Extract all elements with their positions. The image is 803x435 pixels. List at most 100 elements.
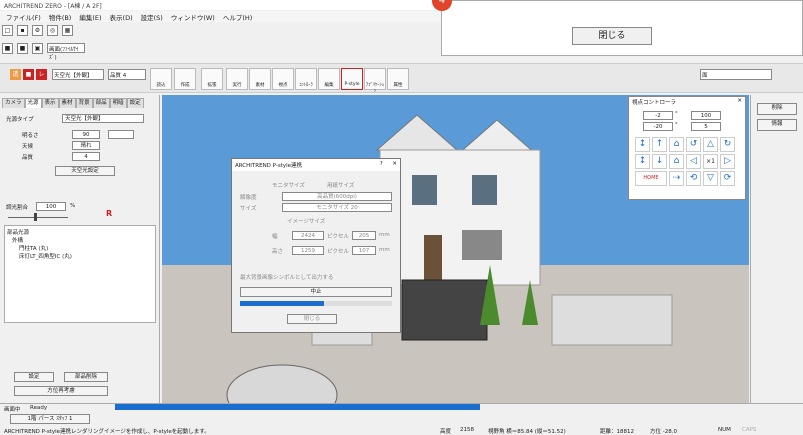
layer-icon[interactable]: ■ <box>2 42 13 54</box>
vc-buttons: ↕ ↑ ⌂ ↺ △ ↻ ↕ ↓ ⌂ ◁ ×1 ▷ HOME ⇢ ⟲ ▽ ⟳ <box>635 137 735 186</box>
tree-item-gatepost[interactable]: 門柱TA (丸) <box>7 244 153 252</box>
close-icon[interactable]: ✕ <box>392 161 397 167</box>
execute-button[interactable]: 実行 <box>226 68 248 90</box>
tilt-up-icon[interactable]: △ <box>703 137 718 152</box>
house-icon[interactable]: ⌂ <box>669 137 684 152</box>
render-mode3-icon[interactable]: レ <box>36 69 47 80</box>
extend-button[interactable]: 拡張 <box>201 68 223 90</box>
right-select[interactable]: 面 <box>700 69 772 80</box>
angle2-input[interactable]: -20 <box>643 122 673 131</box>
view-tab[interactable]: 1階 パース ｽﾀｯﾌ 1 <box>10 414 90 424</box>
display-icon[interactable]: ▣ <box>32 42 43 54</box>
recalc-direction-button[interactable]: 方位再考慮 <box>14 386 108 396</box>
notification-close-button[interactable]: 閉じる <box>572 27 652 45</box>
height-mm[interactable]: 107 <box>352 246 376 255</box>
tab-camera[interactable]: カメラ <box>2 98 25 108</box>
fov-input[interactable]: 100 <box>691 111 721 120</box>
res-select[interactable]: 高品質(600dpi) <box>282 192 392 201</box>
move-up-icon[interactable]: ↕ <box>635 137 650 152</box>
save-icon[interactable]: ▪ <box>17 24 28 36</box>
edit-button[interactable]: 編集 <box>318 68 340 90</box>
step-input[interactable]: 5 <box>691 122 721 131</box>
grid-icon[interactable]: ▦ <box>62 24 73 36</box>
angle1-input[interactable]: -2 <box>643 111 673 120</box>
viewpoint-button[interactable]: 視点 <box>272 68 294 90</box>
radio-monitor[interactable]: モニタサイズ <box>272 181 305 189</box>
height-px[interactable]: 1259 <box>292 246 324 255</box>
weather-input[interactable]: 晴れ <box>72 141 100 150</box>
tab-settings[interactable]: 設定 <box>126 98 144 108</box>
stop-button[interactable]: 中止 <box>240 287 392 297</box>
menu-file[interactable]: ファイル(F) <box>6 12 41 22</box>
create-button[interactable]: 作成 <box>174 68 196 90</box>
tab-background[interactable]: 背景 <box>75 98 93 108</box>
house2-icon[interactable]: ⌂ <box>669 154 684 169</box>
rotate-left-icon[interactable]: ↺ <box>686 137 701 152</box>
sky-settings-button[interactable]: 天空光設定 <box>55 166 115 176</box>
orbit-icon[interactable]: ⟲ <box>686 171 701 186</box>
size-select[interactable]: モニタサイズ 20 <box>282 203 392 212</box>
move-forward-icon[interactable]: ↑ <box>652 137 667 152</box>
menu-settings[interactable]: 設定(S) <box>141 12 163 22</box>
dim-slider-thumb[interactable] <box>34 213 37 221</box>
vc-close-icon[interactable]: ✕ <box>737 98 742 106</box>
width-mm[interactable]: 205 <box>352 231 376 240</box>
pan-left-icon[interactable]: ◁ <box>686 154 701 169</box>
tree-item-root[interactable]: 部品光源 <box>7 228 153 236</box>
delete-parts-button[interactable]: 部品削除 <box>64 372 108 382</box>
move-down-icon[interactable]: ↕ <box>635 154 650 169</box>
material-button[interactable]: 素材 <box>249 68 271 90</box>
color-swatch[interactable] <box>108 130 134 139</box>
pan-right-icon[interactable]: ▷ <box>720 154 735 169</box>
quality-input[interactable]: 4 <box>72 152 100 161</box>
brightness-input[interactable]: 90 <box>72 130 100 139</box>
radio-paper[interactable]: 用紙サイズ <box>327 181 354 189</box>
gear-icon[interactable]: ⚙ <box>32 24 43 36</box>
light-type-select[interactable]: 天空光【外観】 <box>62 114 144 123</box>
menu-view[interactable]: 表示(D) <box>110 12 133 22</box>
attribute-button[interactable]: 属性 <box>387 68 409 90</box>
zoom-icon[interactable]: ◎ <box>47 24 58 36</box>
tab-material[interactable]: 素材 <box>58 98 76 108</box>
tab-parts[interactable]: 部品 <box>92 98 110 108</box>
dim-slider-track[interactable] <box>8 217 68 218</box>
menu-window[interactable]: ウィンドウ(W) <box>171 12 215 22</box>
move-back-icon[interactable]: ↓ <box>652 154 667 169</box>
home-button[interactable]: HOME <box>635 171 667 186</box>
rotate-right-icon[interactable]: ↻ <box>720 137 735 152</box>
layer2-icon[interactable]: ■ <box>17 42 28 54</box>
render-mode-icon[interactable]: 透 <box>10 69 21 80</box>
dim-ratio-input[interactable]: 100 <box>36 202 66 211</box>
new-icon[interactable]: □ <box>2 24 13 36</box>
settings-button[interactable]: 設定 <box>14 372 54 382</box>
dialog-close-button[interactable]: 閉じる <box>287 314 337 324</box>
render-mode2-icon[interactable]: ■ <box>23 69 34 80</box>
application-button[interactable]: ｱﾌﾟﾘｹｰｼｮﾝ <box>364 68 386 94</box>
controller-button[interactable]: ｺﾝﾄﾛｰﾗ <box>295 68 317 90</box>
tree-item-exterior[interactable]: 外構 <box>7 236 153 244</box>
orbit2-icon[interactable]: ⟳ <box>720 171 735 186</box>
tab-light[interactable]: 光源 <box>24 98 42 108</box>
pstyle-button[interactable]: P-style <box>341 68 363 90</box>
walk-icon[interactable]: ⇢ <box>669 171 684 186</box>
render-progress-fill <box>240 301 324 306</box>
tab-display[interactable]: 表示 <box>41 98 59 108</box>
delete-button[interactable]: 削除 <box>757 103 797 115</box>
help-icon[interactable]: ? <box>380 161 383 167</box>
tree-item-floor-light[interactable]: 床灯LT_四角型IC (丸) <box>7 252 153 260</box>
tab-brightness[interactable]: 明暗 <box>109 98 127 108</box>
menu-help[interactable]: ヘルプ(H) <box>223 12 252 22</box>
info-button[interactable]: 情報 <box>757 119 797 131</box>
size-label: サイズ <box>240 206 257 212</box>
tilt-down-icon[interactable]: ▽ <box>703 171 718 186</box>
load-button[interactable]: 読込 <box>150 68 172 90</box>
light-type-select[interactable]: 天空光【外観】 <box>52 69 104 80</box>
dim-ratio-label: 調光割合 <box>6 205 29 211</box>
symbol-checkbox[interactable]: 最大背景画像シンボルとして出力する <box>240 273 333 281</box>
reset-icon[interactable]: R <box>106 209 112 218</box>
menu-property[interactable]: 物件(B) <box>49 12 72 22</box>
view-select[interactable]: 画面(ﾌｧｲﾙｻｲｽﾞ) <box>47 43 85 61</box>
menu-edit[interactable]: 編集(E) <box>79 12 101 22</box>
width-px[interactable]: 2424 <box>292 231 324 240</box>
quality-select[interactable]: 品質 4 <box>108 69 146 80</box>
